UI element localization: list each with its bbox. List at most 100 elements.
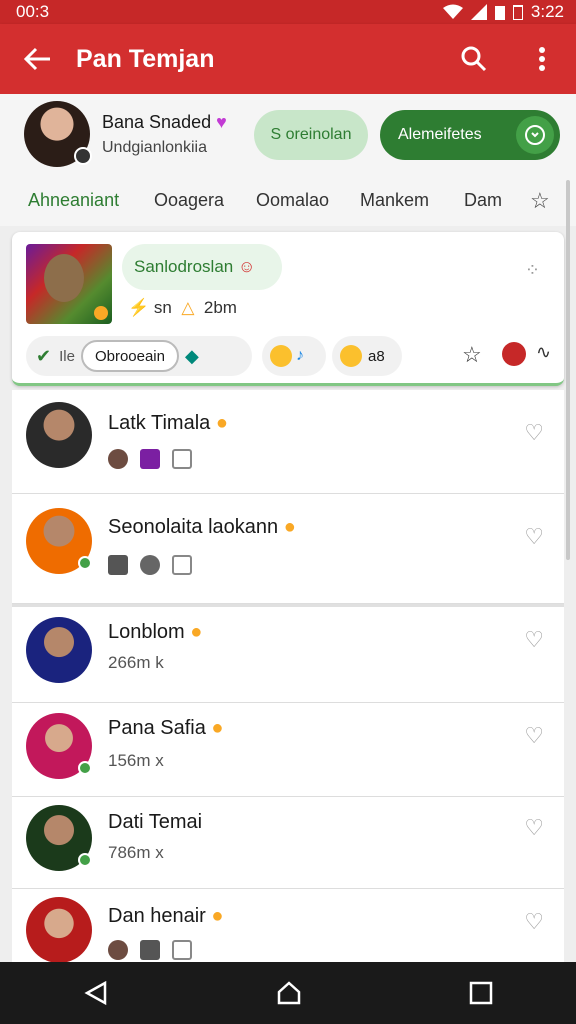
friend-name: Lonblom ● [108,621,202,644]
chip-group-emoji-1[interactable]: ♪ [262,336,326,376]
friend-meta [108,939,204,960]
friend-meta [108,554,204,575]
sticker-icon[interactable] [502,342,526,366]
action-pill-label: Alemeifetes [398,126,482,143]
online-indicator [78,853,92,867]
heart-outline-icon[interactable]: ♡ [524,909,544,935]
friend-name-text: Latk Timala [108,412,211,434]
list-item[interactable]: Latk Timala ● ♡ [12,390,564,494]
app-bar: Pan Temjan [0,24,576,94]
badge-icon [94,306,108,320]
emoji-icon: ● [190,621,203,643]
clipboard-icon [172,939,192,960]
status-clock-right: 3:22 [530,2,564,21]
back-button[interactable] [0,24,76,94]
warning-icon: △ [181,298,195,317]
chip-tag-text: Ile [59,347,75,365]
heart-outline-icon[interactable]: ♡ [524,627,544,653]
avatar [26,897,92,962]
tab-4[interactable]: Dam [464,190,502,211]
star-icon[interactable]: ☆ [530,188,550,214]
avatar-mini-icon [108,448,128,469]
outline-chip[interactable]: Obrooeain [80,340,179,372]
emoji-icon [270,345,292,367]
camera-icon[interactable] [74,147,92,165]
avatar [26,402,92,468]
trend-icon[interactable]: ∿ [536,342,551,363]
emoji-icon: ☺ [237,257,256,276]
friend-name: Seonolaita laokann ● [108,516,296,539]
online-indicator [78,556,92,570]
list-item[interactable]: Dati Temai 786m x ♡ [12,797,564,889]
nav-recents-icon[interactable] [469,981,493,1005]
person-icon [140,554,160,575]
status-pill-button[interactable]: S oreinolan [254,110,368,160]
nav-home-icon[interactable] [276,980,302,1006]
tab-bar: Ahneaniant Ooagera Oomalao Mankem Dam ☆ [0,174,576,226]
friend-meta [108,448,204,469]
system-nav-bar [0,962,576,1024]
share-icon [140,939,160,960]
status-bar: 00:3 3:22 [0,0,576,24]
profile-name: Bana Snaded ♥ [102,112,242,133]
tab-3[interactable]: Mankem [360,190,429,211]
friend-name: Pana Safia ● [108,717,224,740]
heart-outline-icon[interactable]: ♡ [524,815,544,841]
heart-outline-icon[interactable]: ♡ [524,723,544,749]
clipboard-icon [172,448,192,469]
share-icon [108,554,128,575]
friend-name-text: Pana Safia [108,717,206,739]
card-title-chip[interactable]: Sanlodroslan ☺ [122,244,282,290]
chat-icon [516,116,554,154]
friend-name-text: Lonblom [108,621,185,643]
nav-back-icon[interactable] [83,980,109,1006]
shield-icon: ● [283,516,296,538]
emoji-icon: ● [211,717,224,739]
card-thumbnail-face [44,254,84,302]
list-item[interactable]: Pana Safia ● 156m x ♡ [12,703,564,797]
hat-icon [140,448,160,469]
friend-name: Dan henair ● [108,905,224,928]
list-item[interactable]: Seonolaita laokann ● ♡ [12,494,564,604]
page-title: Pan Temjan [76,44,215,73]
list-item[interactable]: Lonblom ● 266m k ♡ [12,607,564,703]
tab-2[interactable]: Oomalao [256,190,329,211]
list-item[interactable]: Dan henair ● ♡ [12,889,564,962]
chip-group-emoji-2[interactable]: a8 [332,336,402,376]
arrow-back-icon [24,47,50,71]
friend-name-text: Seonolaita laokann [108,516,279,538]
friend-meta: 156m x [108,751,164,770]
heart-icon: ♥ [216,111,227,132]
emoji-icon: ● [211,905,224,927]
signal-icon [470,4,487,20]
card-thumbnail [26,244,112,324]
friend-meta: 786m x [108,843,164,862]
heart-outline-icon[interactable]: ♡ [524,524,544,550]
avatar [26,508,92,574]
profile-header: Bana Snaded ♥ Undgianlonkiia S oreinolan… [0,94,576,174]
avatar [26,805,92,871]
avatar [26,617,92,683]
profile-name-text: Bana Snaded [102,111,212,132]
emoji-count: a8 [368,347,385,365]
more-options-button[interactable] [508,24,576,94]
search-button[interactable] [440,24,508,94]
tab-1[interactable]: Ooagera [154,190,224,211]
heart-outline-icon[interactable]: ♡ [524,420,544,446]
star-outline-icon[interactable]: ☆ [462,342,482,368]
drag-handle-icon[interactable]: ⁘ [525,260,540,281]
check-icon: ✔ [36,345,52,366]
search-icon [461,46,487,72]
card-title: Sanlodroslan [134,257,234,276]
avatar[interactable] [24,101,92,167]
scrollbar[interactable] [566,180,570,560]
avatar [26,713,92,779]
action-pill-button[interactable]: Alemeifetes [380,110,560,160]
tab-0[interactable]: Ahneaniant [28,190,119,211]
avatar-mini-icon [108,939,128,960]
profile-subtitle: Undgianlonkiia [102,138,207,156]
clipboard-icon [172,554,192,575]
featured-card[interactable]: Sanlodroslan ☺ ⚡ sn △ 2bm ⁘ ✔ Ile Obrooe… [12,232,564,386]
friend-name: Dati Temai [108,811,203,833]
battery-icon [494,6,505,20]
